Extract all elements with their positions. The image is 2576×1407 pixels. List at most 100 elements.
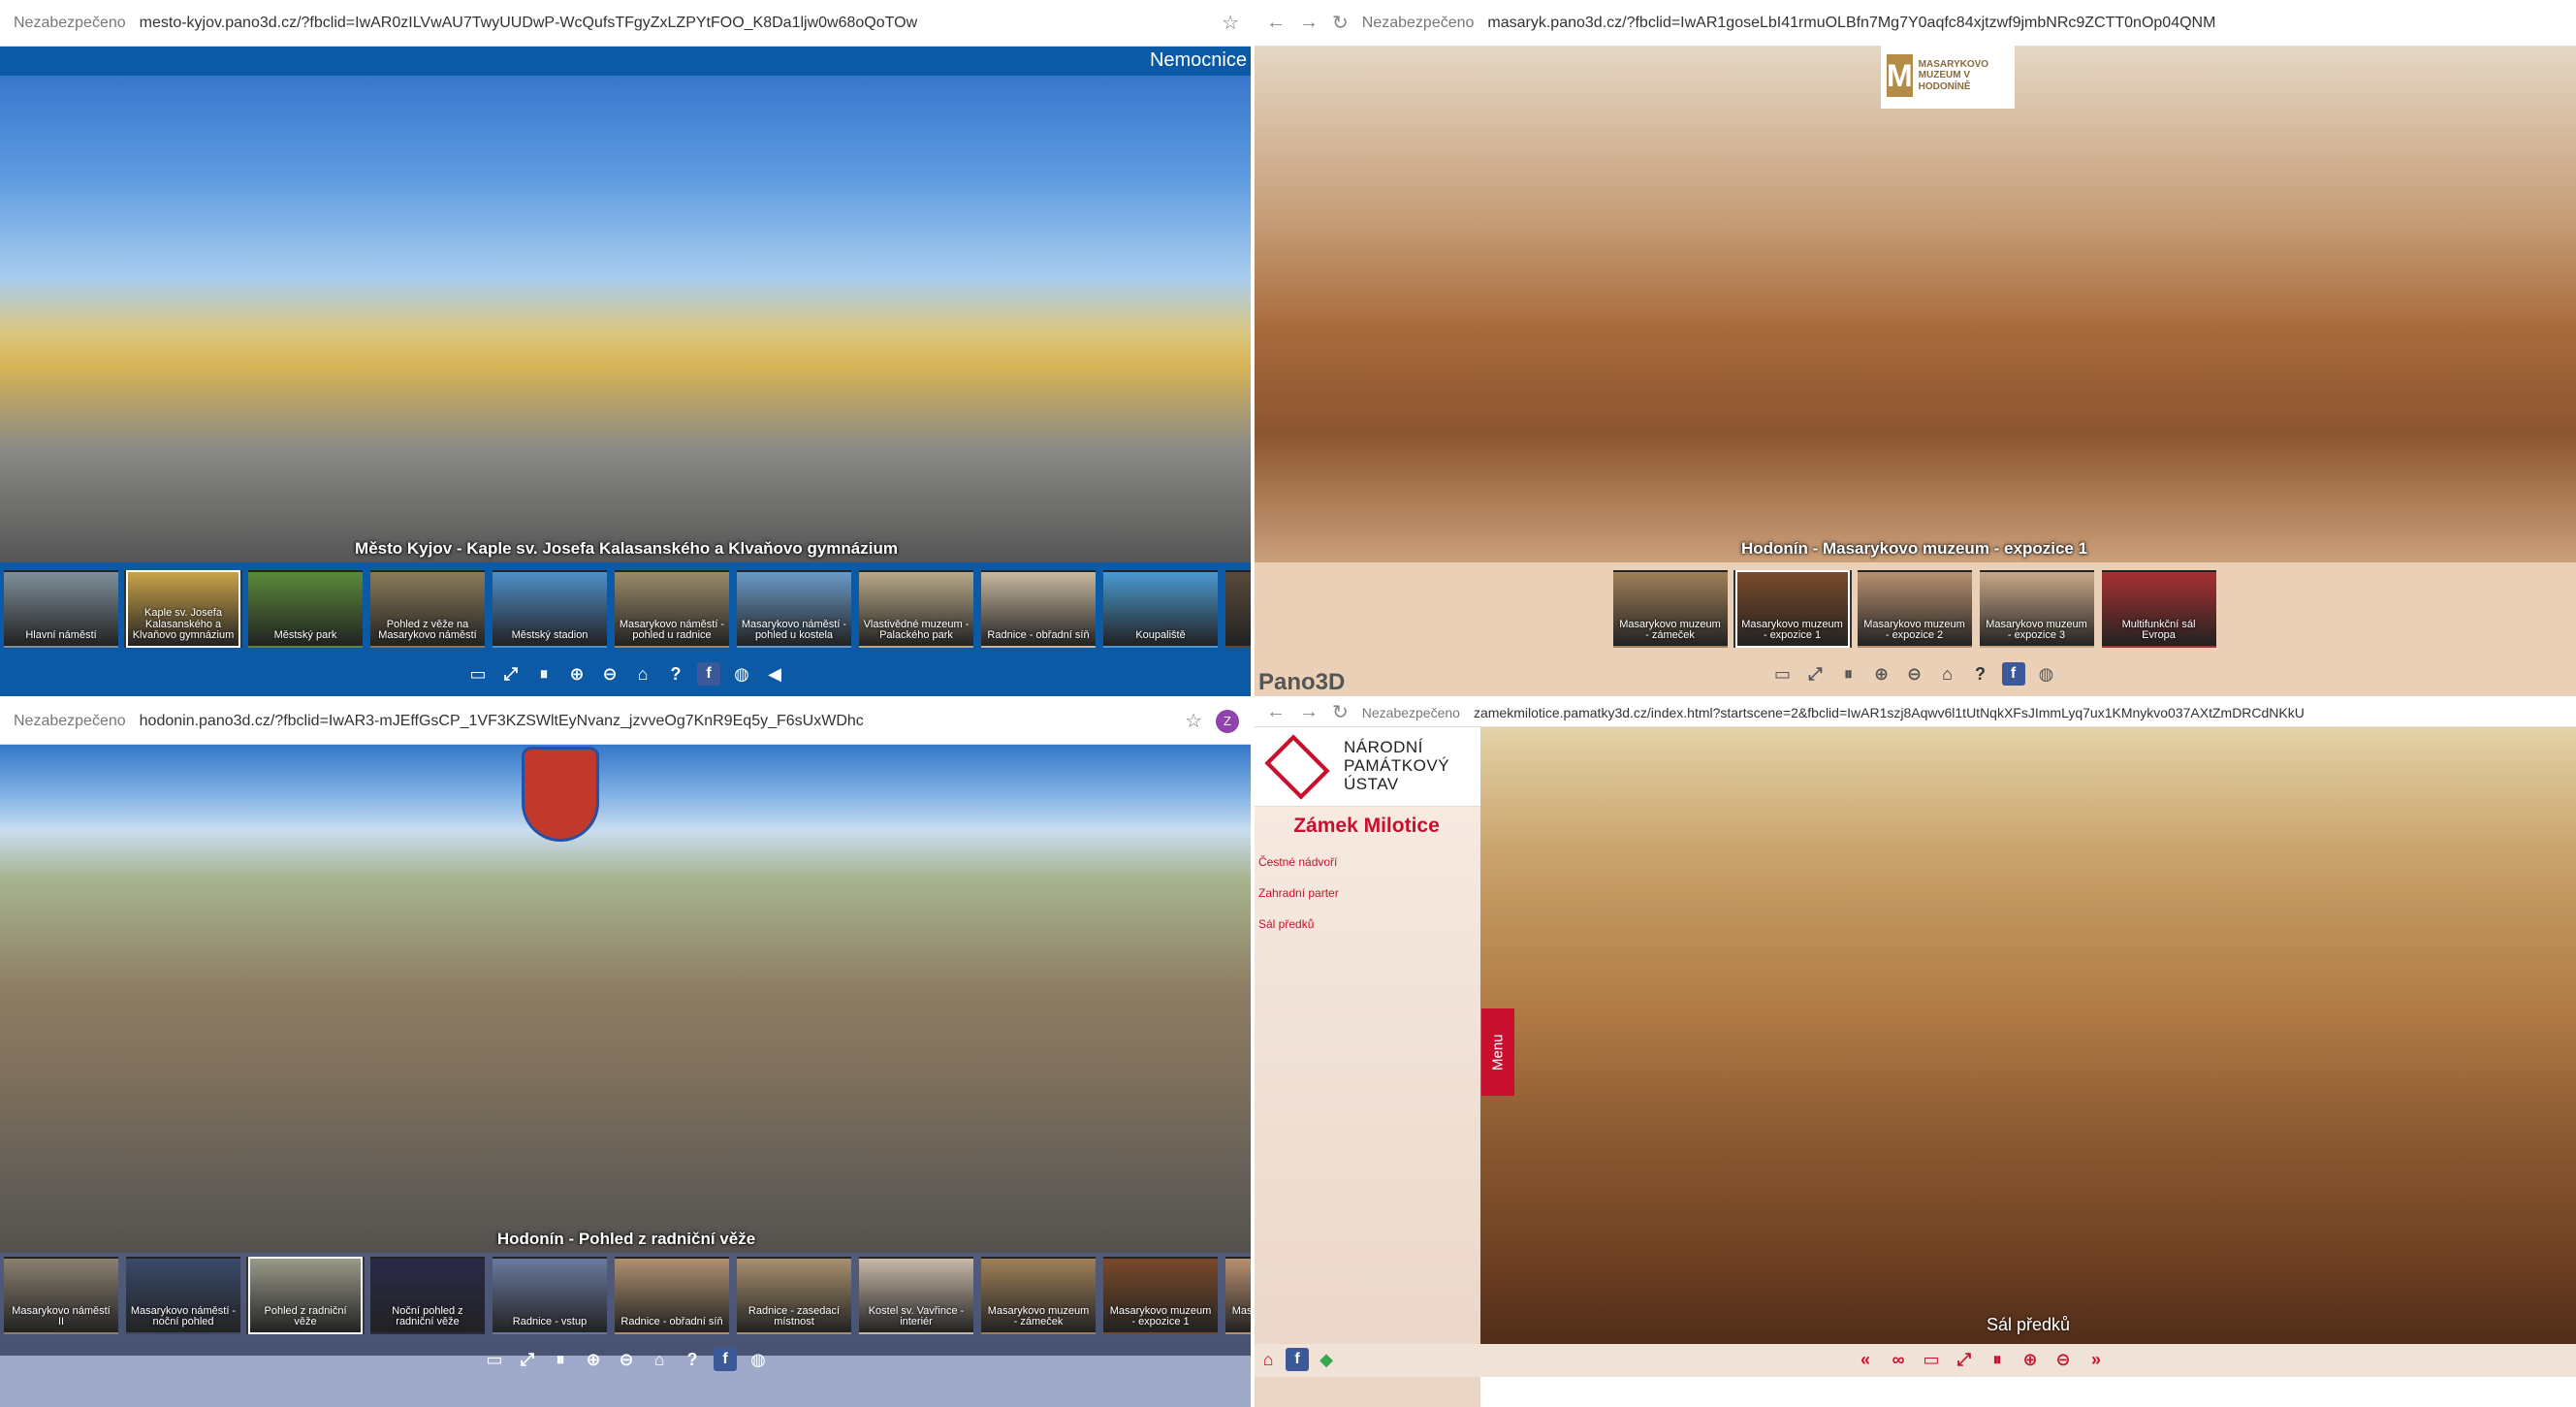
previous-icon[interactable]: « (1854, 1348, 1877, 1371)
vr-icon[interactable]: ▭ (1771, 662, 1795, 686)
reload-icon[interactable]: ↻ (1332, 700, 1349, 724)
home-icon[interactable]: ⌂ (1936, 662, 1959, 686)
zoom-in-icon[interactable]: ⊕ (565, 662, 588, 686)
zoom-out-icon[interactable]: ⊖ (615, 1348, 638, 1371)
help-icon[interactable]: ? (681, 1348, 704, 1371)
vr-icon[interactable]: ▭ (483, 1348, 506, 1371)
zoom-in-icon[interactable]: ⊕ (582, 1348, 605, 1371)
thumbnail[interactable]: Koupaliště (1103, 570, 1218, 648)
zoom-out-icon[interactable]: ⊖ (1903, 662, 1926, 686)
home-icon[interactable]: ⌂ (1256, 1348, 1280, 1371)
thumbnail[interactable]: Masarykovo muzeum - expozice 1 (1734, 570, 1850, 648)
menu-item-zahradni-parter[interactable]: Zahradní parter (1258, 886, 1339, 900)
facebook-icon[interactable]: f (697, 662, 720, 686)
map-icon[interactable]: ◆ (1315, 1348, 1338, 1371)
facebook-icon[interactable]: f (714, 1348, 737, 1371)
bookmark-star-icon[interactable]: ☆ (1222, 11, 1239, 35)
url-text[interactable]: zamekmilotice.pamatky3d.cz/index.html?st… (1474, 705, 2562, 720)
pause-icon[interactable]: ⏸ (549, 1348, 572, 1371)
panorama-view[interactable] (1253, 47, 2576, 562)
home-icon[interactable]: ⌂ (648, 1348, 671, 1371)
thumbnail[interactable]: Multifunkční sál Evropa (2101, 570, 2216, 648)
thumbnail-label: Masarykovo muzeum - expozice 2 (1231, 1304, 1253, 1317)
profile-avatar[interactable]: Z (1216, 709, 1239, 733)
vr-glasses-icon[interactable]: ∞ (1887, 1348, 1910, 1371)
thumbnail[interactable]: Masarykovo muzeum - zámeček (981, 1257, 1096, 1334)
zoom-in-icon[interactable]: ⊕ (1870, 662, 1893, 686)
forward-icon[interactable]: → (1299, 12, 1319, 34)
zoom-out-icon[interactable]: ⊖ (598, 662, 621, 686)
thumbnail[interactable]: Pohled z věže na Masarykovo náměstí (370, 570, 485, 648)
thumbnail-label: Masarykovo muzeum - expozice 1 (1109, 1304, 1212, 1328)
globe-icon[interactable]: ◍ (730, 662, 753, 686)
fullscreen-icon[interactable]: ⤢ (1953, 1348, 1976, 1371)
globe-icon[interactable]: ◍ (2035, 662, 2058, 686)
forward-icon[interactable]: → (1299, 701, 1319, 723)
thumbnail[interactable]: Noční pohled z radniční věže (370, 1257, 485, 1334)
address-bar[interactable]: Nezabezpečeno mesto-kyjov.pano3d.cz/?fbc… (0, 0, 1253, 47)
bookmark-star-icon[interactable]: ☆ (1185, 709, 1202, 733)
browser-window-masaryk: ← → ↻ Nezabezpečeno masaryk.pano3d.cz/?f… (1253, 0, 2576, 698)
next-icon[interactable]: » (2084, 1348, 2108, 1371)
help-icon[interactable]: ? (1969, 662, 1992, 686)
vr-icon[interactable]: ▭ (466, 662, 490, 686)
thumbnail[interactable]: Kaple sv. Josefa Kalasanského a Klvaňovo… (126, 570, 240, 648)
address-bar[interactable]: Nezabezpečeno hodonin.pano3d.cz/?fbclid=… (0, 698, 1253, 745)
thumbnail[interactable]: Radnice - obřadní síň (615, 1257, 729, 1334)
help-icon[interactable]: ? (664, 662, 687, 686)
panorama-view[interactable] (1480, 727, 2576, 1358)
thumbnail-label: Radnice - obřadní síň (620, 1316, 723, 1328)
thumbnail[interactable]: Masarykovo muzeum - expozice 2 (1225, 1257, 1253, 1334)
thumbnail[interactable]: Masarykovo muzeum - zámeček (1612, 570, 1728, 648)
nemocnice-link[interactable]: Nemocnice (1150, 49, 1247, 72)
thumbnail[interactable]: Masarykovo náměstí - noční pohled (126, 1257, 240, 1334)
pause-icon[interactable]: ⏸ (532, 662, 556, 686)
address-bar[interactable]: ← → ↻ Nezabezpečeno masaryk.pano3d.cz/?f… (1253, 0, 2576, 47)
thumbnail[interactable]: Noční pohled (1225, 570, 1253, 648)
thumbnail[interactable]: Hlavní náměstí (4, 570, 118, 648)
menu-item-cestne-nadvori[interactable]: Čestné nádvoří (1258, 855, 1337, 869)
back-icon[interactable]: ← (1266, 12, 1286, 34)
pause-icon[interactable]: ⏸ (1986, 1348, 2009, 1371)
menu-toggle-tab[interactable]: Menu (1481, 1008, 1514, 1096)
thumbnail[interactable]: Vlastivědné muzeum - Palackého park (859, 570, 973, 648)
url-text[interactable]: masaryk.pano3d.cz/?fbclid=IwAR1goseLbI41… (1487, 15, 2562, 32)
thumbnail[interactable]: Radnice - zasedací místnost (737, 1257, 851, 1334)
thumbnail-label: Noční pohled (1227, 630, 1253, 642)
zoom-in-icon[interactable]: ⊕ (2019, 1348, 2042, 1371)
sound-icon[interactable]: ◀ (763, 662, 786, 686)
reload-icon[interactable]: ↻ (1332, 11, 1349, 35)
thumbnail[interactable]: Pohled z radniční věže (248, 1257, 363, 1334)
panorama-view[interactable] (0, 47, 1253, 562)
thumbnail-label: Městský stadion (511, 629, 588, 642)
facebook-icon[interactable]: f (1286, 1348, 1309, 1371)
url-text[interactable]: mesto-kyjov.pano3d.cz/?fbclid=IwAR0zILVw… (140, 15, 1208, 32)
castle-title: Zámek Milotice (1293, 815, 1440, 837)
facebook-icon[interactable]: f (2001, 662, 2025, 686)
url-text[interactable]: hodonin.pano3d.cz/?fbclid=IwAR3-mJEffGsC… (140, 713, 1171, 730)
address-bar[interactable]: ← → ↻ Nezabezpečeno zamekmilotice.pamatk… (1253, 698, 2576, 727)
thumbnail-label: Masarykovo muzeum - expozice 2 (1863, 618, 1965, 642)
thumbnail[interactable]: Masarykovo náměstí - pohled u kostela (737, 570, 851, 648)
fullscreen-icon[interactable]: ⤢ (499, 662, 523, 686)
thumbnail[interactable]: Masarykovo muzeum - expozice 2 (1857, 570, 1972, 648)
fullscreen-icon[interactable]: ⤢ (1804, 662, 1828, 686)
thumbnail[interactable]: Masarykovo muzeum - expozice 3 (1979, 570, 2094, 648)
back-icon[interactable]: ← (1266, 701, 1286, 723)
menu-item-sal-predku[interactable]: Sál předků (1258, 917, 1314, 931)
thumbnail[interactable]: Kostel sv. Vavřince - interiér (859, 1257, 973, 1334)
pause-icon[interactable]: ⏸ (1837, 662, 1860, 686)
home-icon[interactable]: ⌂ (631, 662, 654, 686)
thumbnail-label: Masarykovo muzeum - expozice 1 (1741, 618, 1843, 642)
fullscreen-icon[interactable]: ⤢ (516, 1348, 539, 1371)
thumbnail[interactable]: Masarykovo náměstí - pohled u radnice (615, 570, 729, 648)
globe-icon[interactable]: ◍ (747, 1348, 770, 1371)
thumbnail[interactable]: Masarykovo muzeum - expozice 1 (1103, 1257, 1218, 1334)
vr-icon[interactable]: ▭ (1920, 1348, 1943, 1371)
thumbnail[interactable]: Radnice - obřadní síň (981, 570, 1096, 648)
zoom-out-icon[interactable]: ⊖ (2051, 1348, 2075, 1371)
thumbnail[interactable]: Městský stadion (493, 570, 607, 648)
thumbnail[interactable]: Městský park (248, 570, 363, 648)
thumbnail[interactable]: Radnice - vstup (493, 1257, 607, 1334)
thumbnail[interactable]: Masarykovo náměstí II (4, 1257, 118, 1334)
